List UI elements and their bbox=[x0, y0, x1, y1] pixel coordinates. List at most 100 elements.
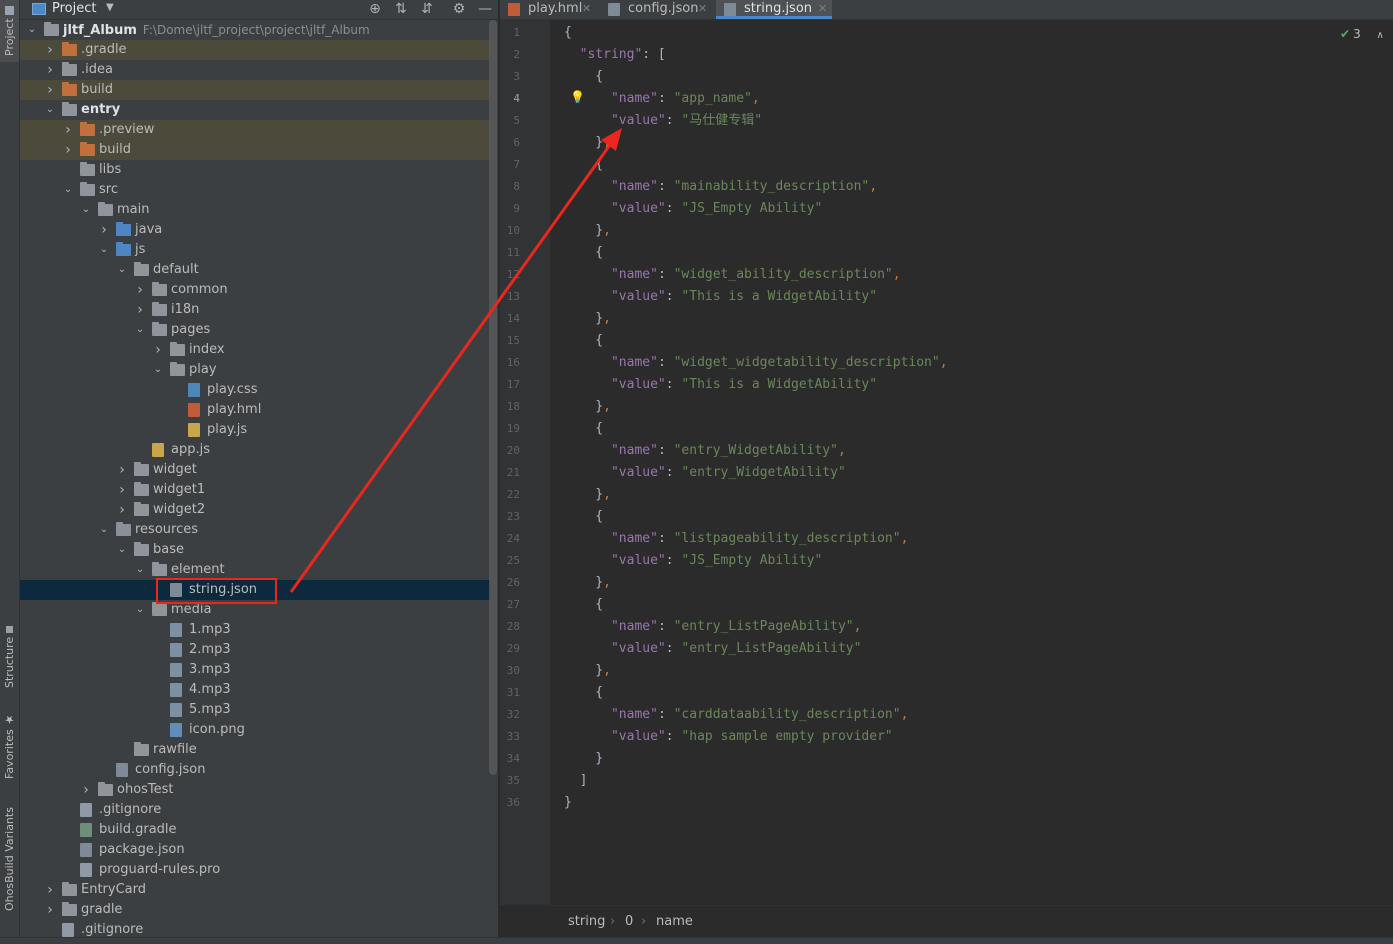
chevron-down-icon[interactable]: ⌄ bbox=[98, 520, 110, 540]
tree-row[interactable]: ⌄ js bbox=[20, 240, 490, 260]
tree-row[interactable]: ⌄ main bbox=[20, 200, 490, 220]
tree-row[interactable]: .gitignore bbox=[20, 800, 490, 820]
code-editor[interactable]: { "string": [ { "name": "app_name", "val… bbox=[550, 20, 1393, 905]
tree-row[interactable]: ⌄ play bbox=[20, 360, 490, 380]
breadcrumb: string › 0 › name bbox=[550, 905, 1393, 938]
tree-row[interactable]: ⌄ base bbox=[20, 540, 490, 560]
tree-row[interactable]: › .preview bbox=[20, 120, 490, 140]
chevron-right-icon[interactable]: › bbox=[116, 480, 128, 500]
tree-row[interactable]: play.hml bbox=[20, 400, 490, 420]
chevron-right-icon[interactable]: › bbox=[62, 140, 74, 160]
tree-row[interactable]: ⌄ default bbox=[20, 260, 490, 280]
folder-icon bbox=[170, 362, 185, 376]
chevron-right-icon[interactable]: › bbox=[152, 340, 164, 360]
collapse-all-icon[interactable]: ⇵ bbox=[418, 0, 436, 18]
lightbulb-icon[interactable]: 💡 bbox=[570, 90, 585, 104]
breadcrumb-item[interactable]: name bbox=[656, 914, 693, 929]
chevron-down-icon[interactable]: ⌄ bbox=[134, 320, 146, 340]
tree-row[interactable]: › java bbox=[20, 220, 490, 240]
tree-row[interactable]: › build bbox=[20, 80, 490, 100]
close-icon[interactable]: ✕ bbox=[818, 0, 827, 17]
chevron-down-icon[interactable]: ⌄ bbox=[134, 560, 146, 580]
chevron-up-icon[interactable]: ∧ bbox=[1377, 30, 1384, 41]
hide-panel-icon[interactable]: — bbox=[476, 0, 494, 18]
project-tree: ⌄ jltf_Album F:\Dome\jltf_project\project\… bbox=[20, 20, 490, 943]
expand-all-icon[interactable]: ⇅ bbox=[392, 0, 410, 18]
gear-icon[interactable]: ⚙ bbox=[450, 0, 468, 18]
locate-icon[interactable]: ⊕ bbox=[366, 0, 384, 18]
chevron-right-icon[interactable]: › bbox=[98, 220, 110, 240]
tree-row[interactable]: › ohosTest bbox=[20, 780, 490, 800]
tree-row[interactable]: 1.mp3 bbox=[20, 620, 490, 640]
chevron-down-icon[interactable]: ⌄ bbox=[44, 100, 56, 120]
chevron-down-icon[interactable]: ⌄ bbox=[134, 600, 146, 620]
tree-row[interactable]: play.js bbox=[20, 420, 490, 440]
project-panel-title[interactable]: Project bbox=[52, 1, 96, 16]
tree-row[interactable]: › build bbox=[20, 140, 490, 160]
tree-row[interactable]: app.js bbox=[20, 440, 490, 460]
tree-row[interactable]: › common bbox=[20, 280, 490, 300]
tree-row[interactable]: libs bbox=[20, 160, 490, 180]
project-tool-tab[interactable]: Project bbox=[0, 0, 19, 62]
editor-tab[interactable]: string.json ✕ bbox=[716, 0, 832, 19]
chevron-down-icon[interactable]: ⌄ bbox=[62, 180, 74, 200]
tree-row[interactable]: › widget1 bbox=[20, 480, 490, 500]
tree-row[interactable]: ⌄ pages bbox=[20, 320, 490, 340]
chevron-down-icon[interactable]: ⌄ bbox=[98, 240, 110, 260]
tree-scrollbar[interactable] bbox=[489, 20, 497, 775]
tree-row[interactable]: › .idea bbox=[20, 60, 490, 80]
breadcrumb-item[interactable]: string bbox=[568, 914, 605, 929]
chevron-down-icon[interactable]: ⌄ bbox=[152, 360, 164, 380]
chevron-down-icon[interactable]: ⌄ bbox=[116, 540, 128, 560]
close-icon[interactable]: ✕ bbox=[582, 0, 591, 17]
project-panel-header: Project ▼ ⊕ ⇅ ⇵ ⚙ — bbox=[20, 0, 498, 20]
chevron-right-icon[interactable]: › bbox=[116, 460, 128, 480]
close-icon[interactable]: ✕ bbox=[698, 0, 707, 17]
chevron-right-icon[interactable]: › bbox=[44, 880, 56, 900]
module-folder-icon bbox=[62, 102, 77, 116]
tree-row[interactable]: 5.mp3 bbox=[20, 700, 490, 720]
tree-row[interactable]: › widget2 bbox=[20, 500, 490, 520]
chevron-right-icon[interactable]: › bbox=[80, 780, 92, 800]
tree-row[interactable]: › gradle bbox=[20, 900, 490, 920]
chevron-right-icon[interactable]: › bbox=[134, 280, 146, 300]
chevron-down-icon[interactable]: ▼ bbox=[106, 2, 114, 13]
tree-row[interactable]: package.json bbox=[20, 840, 490, 860]
chevron-down-icon[interactable]: ⌄ bbox=[116, 260, 128, 280]
chevron-right-icon[interactable]: › bbox=[116, 500, 128, 520]
chevron-right-icon[interactable]: › bbox=[44, 900, 56, 920]
tree-row[interactable]: play.css bbox=[20, 380, 490, 400]
tree-row[interactable]: 2.mp3 bbox=[20, 640, 490, 660]
favorites-tool-tab[interactable]: Favorites ★ bbox=[0, 710, 19, 782]
tree-row[interactable]: icon.png bbox=[20, 720, 490, 740]
tree-row[interactable]: build.gradle bbox=[20, 820, 490, 840]
tree-row[interactable]: config.json bbox=[20, 760, 490, 780]
folder-icon bbox=[134, 462, 149, 476]
chevron-right-icon[interactable]: › bbox=[134, 300, 146, 320]
chevron-down-icon[interactable]: ⌄ bbox=[26, 20, 38, 40]
inspection-widget[interactable]: ✔ 3 ∧ bbox=[1340, 27, 1384, 41]
tree-row[interactable]: › EntryCard bbox=[20, 880, 490, 900]
chevron-right-icon[interactable]: › bbox=[62, 120, 74, 140]
tree-row[interactable]: ⌄ resources bbox=[20, 520, 490, 540]
tree-row[interactable]: ⌄ src bbox=[20, 180, 490, 200]
tree-row[interactable]: 3.mp3 bbox=[20, 660, 490, 680]
tree-row[interactable]: ⌄ element bbox=[20, 560, 490, 580]
text-file-icon bbox=[80, 803, 92, 817]
tree-row[interactable]: › i18n bbox=[20, 300, 490, 320]
chevron-down-icon[interactable]: ⌄ bbox=[80, 200, 92, 220]
breadcrumb-item[interactable]: 0 bbox=[625, 914, 633, 929]
tree-row[interactable]: 4.mp3 bbox=[20, 680, 490, 700]
tree-row[interactable]: proguard-rules.pro bbox=[20, 860, 490, 880]
chevron-right-icon[interactable]: › bbox=[44, 40, 56, 60]
tree-row[interactable]: › .gradle bbox=[20, 40, 490, 60]
chevron-right-icon[interactable]: › bbox=[44, 60, 56, 80]
chevron-right-icon[interactable]: › bbox=[44, 80, 56, 100]
tree-row[interactable]: › widget bbox=[20, 460, 490, 480]
tree-row[interactable]: ⌄ entry bbox=[20, 100, 490, 120]
structure-tool-tab[interactable]: Structure bbox=[0, 622, 19, 692]
variants-tool-tab[interactable]: OhosBuild Variants bbox=[0, 800, 19, 918]
tree-row[interactable]: › index bbox=[20, 340, 490, 360]
tree-row[interactable]: ⌄ jltf_Album F:\Dome\jltf_project\project\… bbox=[20, 20, 490, 40]
tree-row[interactable]: rawfile bbox=[20, 740, 490, 760]
